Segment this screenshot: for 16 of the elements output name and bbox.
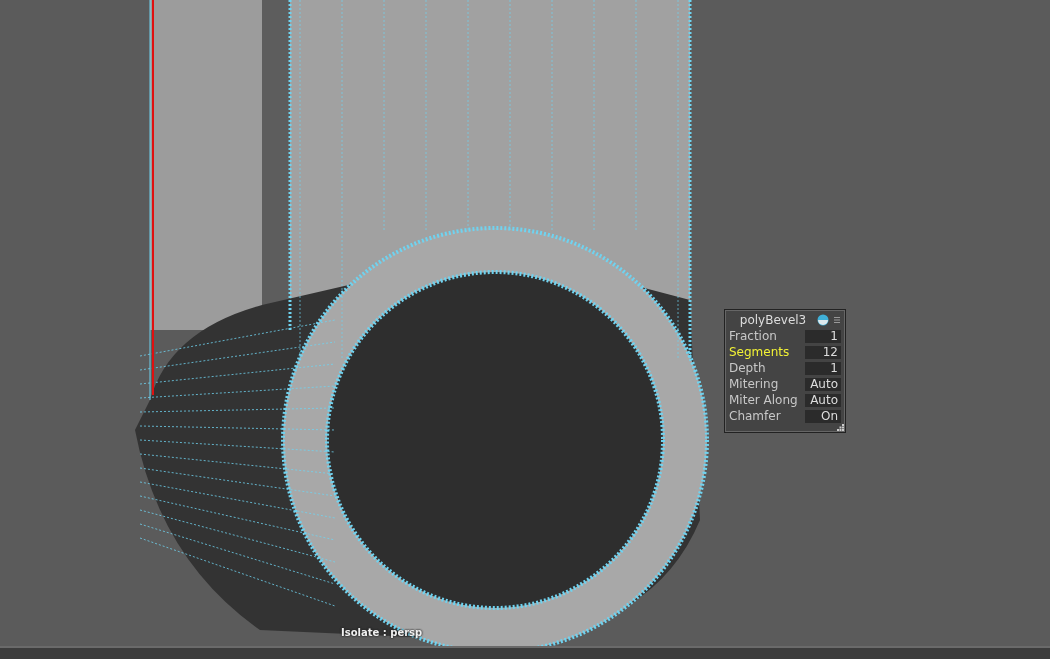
- attribute-value-field[interactable]: On: [805, 409, 841, 423]
- resize-grip-icon[interactable]: [837, 424, 844, 431]
- attribute-value-field[interactable]: Auto: [805, 393, 841, 407]
- attribute-label[interactable]: Segments: [729, 345, 805, 359]
- attribute-label[interactable]: Fraction: [729, 329, 805, 343]
- attribute-label[interactable]: Chamfer: [729, 409, 805, 423]
- attribute-value-field[interactable]: 1: [805, 361, 841, 375]
- menu-icon[interactable]: [833, 316, 841, 324]
- attribute-value-field[interactable]: 1: [805, 329, 841, 343]
- attribute-value-field[interactable]: 12: [805, 345, 841, 359]
- attribute-label[interactable]: Depth: [729, 361, 805, 375]
- panel-title: polyBevel3: [738, 313, 808, 327]
- sphere-icon[interactable]: [817, 314, 829, 326]
- attribute-label[interactable]: Mitering: [729, 377, 805, 391]
- attribute-value-field[interactable]: Auto: [805, 377, 841, 391]
- attribute-label[interactable]: Miter Along: [729, 393, 805, 407]
